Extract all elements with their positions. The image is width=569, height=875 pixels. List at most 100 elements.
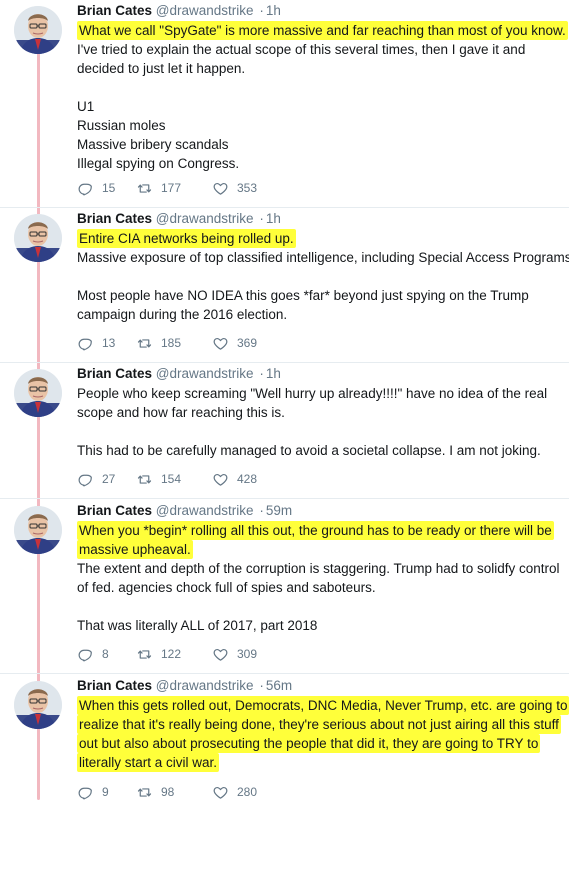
highlighted-text-line: Entire CIA networks being rolled up.	[77, 229, 296, 248]
tweet[interactable]: Brian Cates @drawandstrike · 1h What we c…	[0, 0, 569, 200]
tweet-timestamp[interactable]: 1h	[266, 3, 281, 18]
tweet-divider	[0, 498, 569, 499]
reply-icon	[77, 784, 102, 801]
like-count: 353	[237, 181, 258, 195]
tweet-text-line: U1	[77, 99, 95, 114]
tweet-body: People who keep screaming "Well hurry up…	[77, 384, 555, 460]
tweet-text-line: campaign during the 2016 election.	[77, 307, 288, 322]
tweet-body: When you *begin* rolling all this out, t…	[77, 521, 560, 635]
tweet-timestamp[interactable]: 56m	[266, 678, 292, 693]
highlighted-text-line: When this gets rolled out, Democrats, DN…	[77, 696, 569, 715]
retweet-icon	[136, 646, 161, 663]
reply-count: 15	[102, 181, 116, 195]
reply-icon	[77, 335, 102, 352]
tweet-text-line: Massive bribery scandals	[77, 137, 229, 152]
tweet-header: Brian Cates @drawandstrike · 1h	[77, 365, 555, 383]
reply-button[interactable]: 8	[77, 646, 136, 663]
tweet-timestamp[interactable]: 59m	[266, 503, 292, 518]
tweet-body: When this gets rolled out, Democrats, DN…	[77, 696, 569, 772]
retweet-count: 185	[161, 336, 182, 350]
tweet-actions: 9 98 280	[77, 782, 272, 802]
highlighted-text-line: out but also about prosecuting the peopl…	[77, 734, 541, 753]
author-handle[interactable]: @drawandstrike	[156, 3, 254, 18]
retweet-count: 98	[161, 785, 175, 799]
highlighted-text-line: When you *begin* rolling all this out, t…	[77, 521, 554, 540]
heart-icon	[212, 335, 237, 352]
like-button[interactable]: 280	[212, 784, 272, 801]
highlighted-text-line: massive upheaval.	[77, 540, 193, 559]
reply-count: 9	[102, 785, 109, 799]
time-separator: ·	[259, 3, 264, 18]
tweet-text-line: Illegal spying on Congress.	[77, 156, 240, 171]
author-handle[interactable]: @drawandstrike	[156, 366, 254, 381]
tweet-timestamp[interactable]: 1h	[266, 366, 281, 381]
author-name[interactable]: Brian Cates	[77, 211, 152, 226]
tweet-text-line: This had to be carefully managed to avoi…	[77, 443, 541, 458]
reply-count: 8	[102, 647, 109, 661]
reply-button[interactable]: 27	[77, 471, 136, 488]
retweet-button[interactable]: 98	[136, 784, 212, 801]
heart-icon	[212, 784, 237, 801]
retweet-button[interactable]: 185	[136, 335, 212, 352]
retweet-icon	[136, 784, 161, 801]
tweet-actions: 15 177 353	[77, 178, 272, 198]
time-separator: ·	[259, 503, 264, 518]
author-handle[interactable]: @drawandstrike	[156, 503, 254, 518]
tweet-content: Brian Cates @drawandstrike · 1h Entire CI…	[77, 210, 569, 324]
author-name[interactable]: Brian Cates	[77, 3, 152, 18]
highlighted-text-line: literally start a civil war.	[77, 753, 220, 772]
author-handle[interactable]: @drawandstrike	[156, 211, 254, 226]
reply-count: 13	[102, 336, 116, 350]
like-button[interactable]: 369	[212, 335, 272, 352]
reply-count: 27	[102, 472, 116, 486]
tweet-text-line: Massive exposure of top classified intel…	[77, 250, 569, 265]
tweet-actions: 13 185 369	[77, 333, 272, 353]
tweet-body: What we call "SpyGate" is more massive a…	[77, 21, 568, 173]
tweet[interactable]: Brian Cates @drawandstrike · 59m When you…	[0, 500, 569, 700]
avatar[interactable]	[14, 369, 62, 417]
tweet-content: Brian Cates @drawandstrike · 1h People wh…	[77, 365, 555, 460]
time-separator: ·	[259, 366, 264, 381]
reply-button[interactable]: 13	[77, 335, 136, 352]
retweet-button[interactable]: 154	[136, 471, 212, 488]
time-separator: ·	[259, 678, 264, 693]
retweet-icon	[136, 335, 161, 352]
retweet-count: 154	[161, 472, 182, 486]
like-count: 428	[237, 472, 258, 486]
heart-icon	[212, 646, 237, 663]
tweet-text-line: I've tried to explain the actual scope o…	[77, 42, 526, 57]
tweet-text-line: scope and how far reaching this is.	[77, 405, 285, 420]
tweet-actions: 8 122 309	[77, 644, 272, 664]
reply-icon	[77, 471, 102, 488]
author-name[interactable]: Brian Cates	[77, 366, 152, 381]
avatar[interactable]	[14, 214, 62, 262]
avatar[interactable]	[14, 6, 62, 54]
retweet-icon	[136, 471, 161, 488]
highlighted-text-line: realize that it's really being done, the…	[77, 715, 561, 734]
heart-icon	[212, 180, 237, 197]
author-handle[interactable]: @drawandstrike	[156, 678, 254, 693]
tweet-header: Brian Cates @drawandstrike · 1h	[77, 2, 555, 20]
avatar[interactable]	[14, 681, 62, 729]
retweet-button[interactable]: 122	[136, 646, 212, 663]
retweet-button[interactable]: 177	[136, 180, 212, 197]
author-name[interactable]: Brian Cates	[77, 678, 152, 693]
tweet-content: Brian Cates @drawandstrike · 59m When you…	[77, 502, 560, 635]
like-button[interactable]: 353	[212, 180, 272, 197]
author-name[interactable]: Brian Cates	[77, 503, 152, 518]
reply-button[interactable]: 9	[77, 784, 136, 801]
tweet-header: Brian Cates @drawandstrike · 59m	[77, 502, 555, 520]
heart-icon	[212, 471, 237, 488]
like-button[interactable]: 309	[212, 646, 272, 663]
reply-button[interactable]: 15	[77, 180, 136, 197]
avatar[interactable]	[14, 506, 62, 554]
tweet-text-line: The extent and depth of the corruption i…	[77, 561, 560, 576]
tweet-divider	[0, 673, 569, 674]
tweet[interactable]: Brian Cates @drawandstrike · 56m When thi…	[0, 675, 569, 875]
tweet-timestamp[interactable]: 1h	[266, 211, 281, 226]
retweet-count: 177	[161, 181, 182, 195]
tweet-content: Brian Cates @drawandstrike · 56m When thi…	[77, 677, 569, 772]
retweet-count: 122	[161, 647, 182, 661]
tweet-text-line: decided to just let it happen.	[77, 61, 246, 76]
like-button[interactable]: 428	[212, 471, 272, 488]
